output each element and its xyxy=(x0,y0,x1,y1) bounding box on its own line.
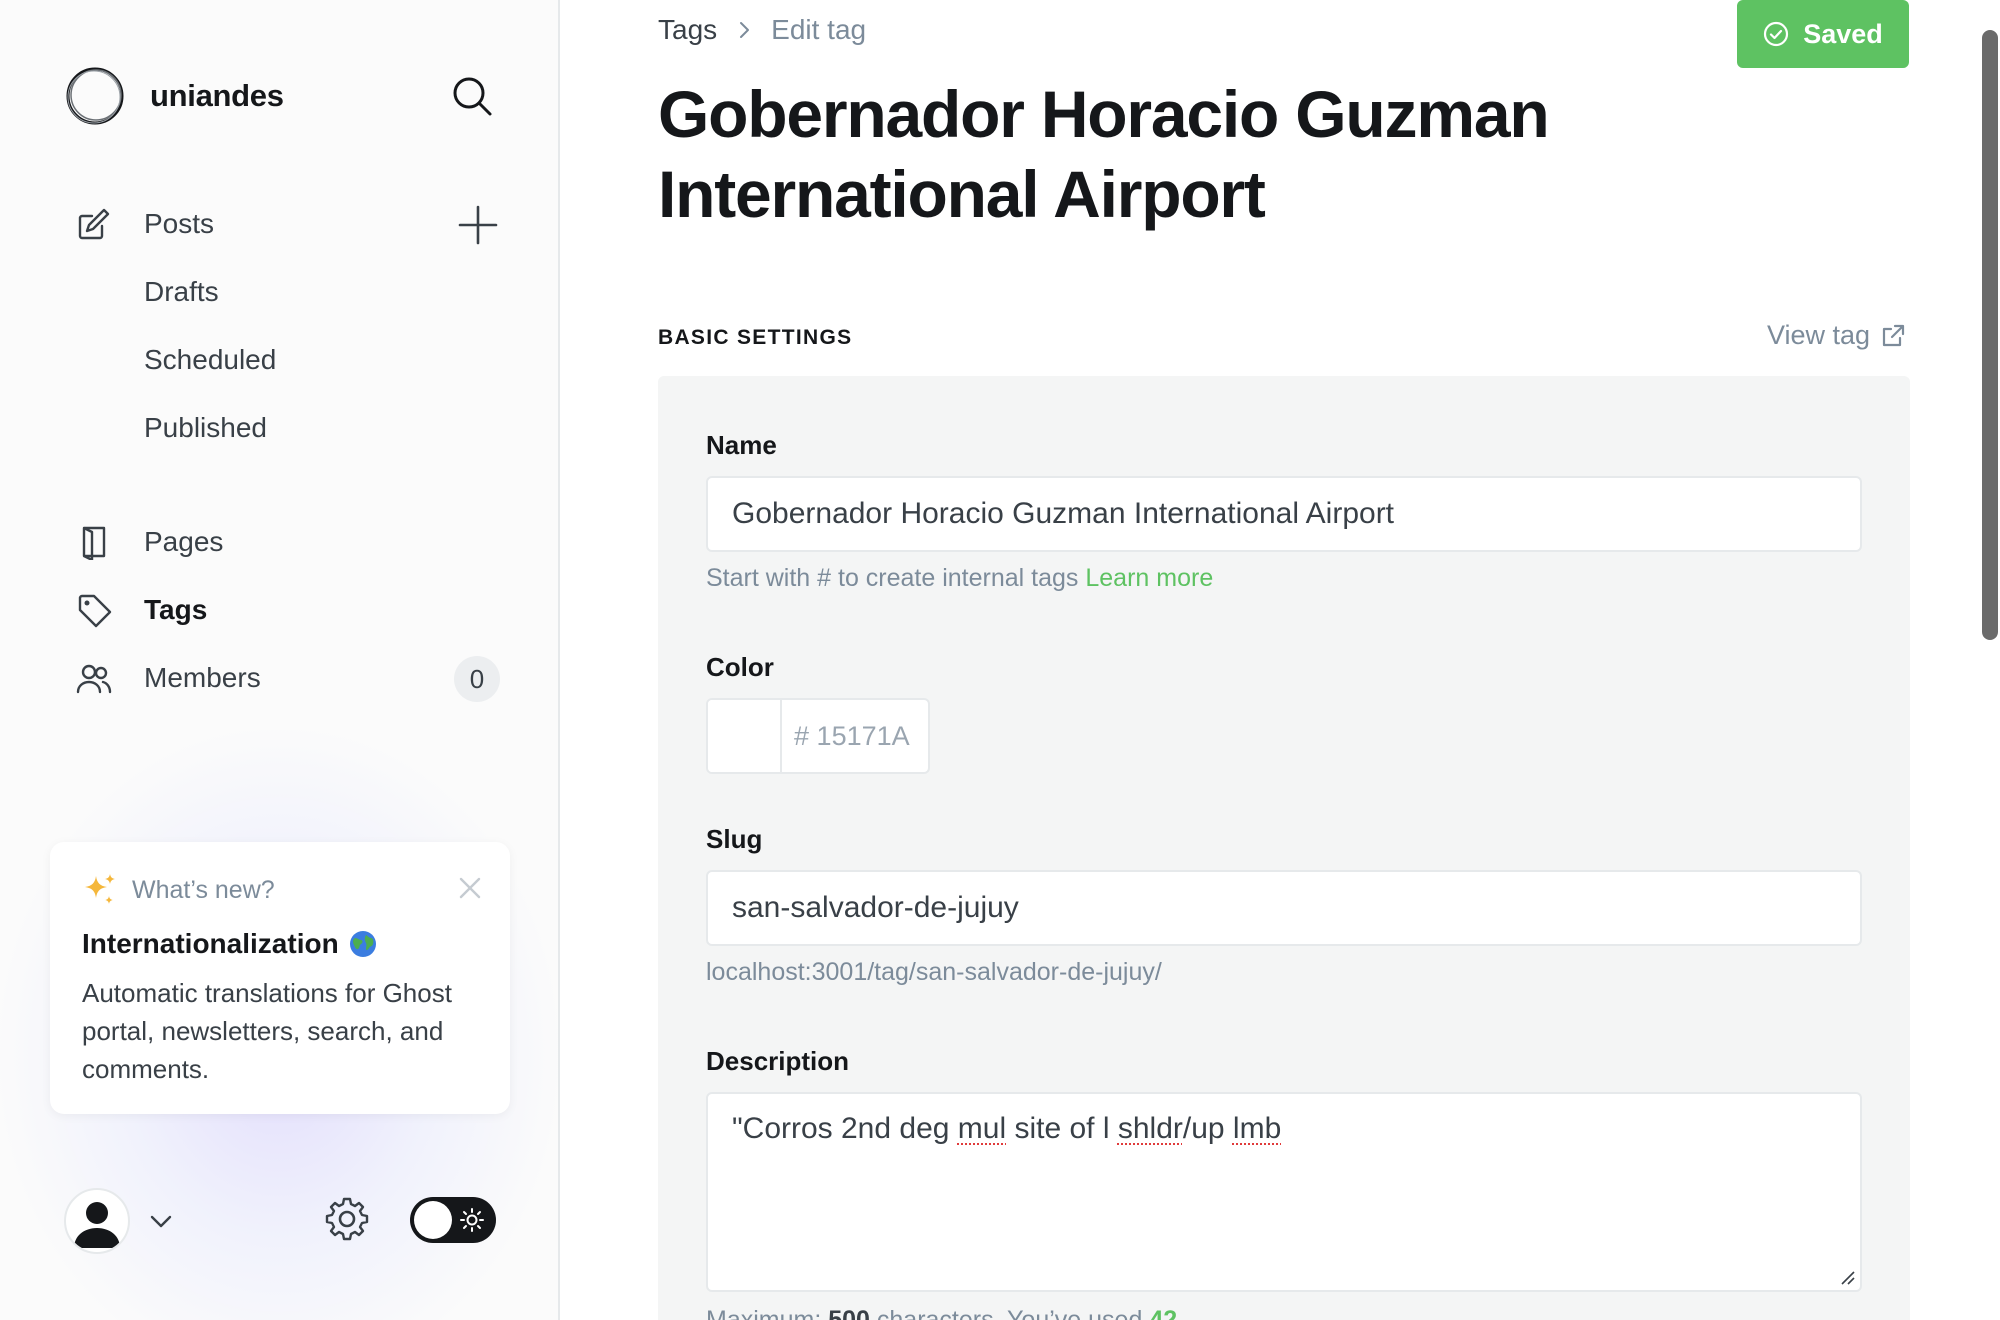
page-icon xyxy=(74,522,114,562)
max-suffix: characters. You’ve used xyxy=(869,1306,1150,1320)
brand-name: uniandes xyxy=(150,78,284,113)
main-content: Tags Edit tag Saved Gobernador Horacio G… xyxy=(560,0,2000,1320)
description-text: site of l xyxy=(1006,1112,1118,1145)
description-textarea[interactable]: "Corros 2nd deg mul site of l shldr/up l… xyxy=(706,1092,1862,1292)
chevron-right-icon xyxy=(740,22,750,38)
saved-button[interactable]: Saved xyxy=(1737,0,1909,68)
page-title: Gobernador Horacio Guzman International … xyxy=(658,77,1550,231)
close-icon[interactable] xyxy=(458,876,482,900)
slug-url: localhost:3001/tag/san-salvador-de-jujuy… xyxy=(706,958,1162,986)
color-hash-symbol: # xyxy=(794,720,810,751)
description-misspelled-word: lmb xyxy=(1232,1112,1282,1145)
description-text: /up xyxy=(1182,1112,1233,1145)
whats-new-kicker-text: What’s new? xyxy=(132,875,275,904)
max-prefix: Maximum: xyxy=(706,1306,829,1320)
resize-handle-icon[interactable] xyxy=(1838,1268,1856,1286)
theme-toggle[interactable] xyxy=(410,1197,496,1243)
slug-input[interactable]: san-salvador-de-jujuy xyxy=(706,870,1862,946)
nav-posts-label: Posts xyxy=(144,208,215,239)
nav-members[interactable]: Members xyxy=(74,658,261,698)
external-link-icon xyxy=(1882,324,1905,346)
used-value: 42 xyxy=(1149,1306,1178,1320)
nav-members-label: Members xyxy=(144,662,261,693)
name-hint: Start with # to create internal tags Lea… xyxy=(706,564,1213,593)
whats-new-title-text: Internationalization xyxy=(82,928,339,959)
members-icon xyxy=(74,658,114,698)
nav-pages-label: Pages xyxy=(144,526,224,557)
brand-logo-icon xyxy=(66,67,124,125)
color-swatch[interactable] xyxy=(708,700,782,772)
whats-new-title: Internationalization xyxy=(82,928,478,960)
color-label: Color xyxy=(706,652,774,682)
color-input[interactable]: # 15171A xyxy=(782,700,910,772)
nav-drafts[interactable]: Drafts xyxy=(144,276,219,308)
brand[interactable]: uniandes xyxy=(64,64,284,128)
chevron-down-icon[interactable] xyxy=(148,1208,174,1234)
description-char-count: Maximum: 500 characters. You’ve used 42 xyxy=(706,1306,1177,1320)
nav-published[interactable]: Published xyxy=(144,412,267,444)
sun-icon xyxy=(460,1208,484,1232)
slug-label: Slug xyxy=(706,824,763,854)
tag-icon xyxy=(74,590,114,630)
page-scrollbar[interactable] xyxy=(1982,30,1998,640)
color-value: 15171A xyxy=(816,720,910,751)
nav-tags[interactable]: Tags xyxy=(74,590,207,630)
breadcrumb-tags-link[interactable]: Tags xyxy=(658,14,717,46)
check-circle-icon xyxy=(1764,21,1789,47)
breadcrumb: Tags Edit tag xyxy=(658,14,866,46)
user-avatar[interactable] xyxy=(64,1188,130,1254)
edit-icon xyxy=(74,204,114,244)
sparkle-icon xyxy=(85,874,115,904)
breadcrumb-current: Edit tag xyxy=(771,14,867,45)
description-misspelled-word: mul xyxy=(957,1112,1007,1145)
whats-new-kicker: What’s new? xyxy=(82,872,478,908)
view-tag-link[interactable]: View tag xyxy=(1767,320,1906,351)
whats-new-body: Automatic translations for Ghost portal,… xyxy=(82,978,452,1084)
description-label: Description xyxy=(706,1046,850,1076)
nav-tags-label: Tags xyxy=(144,594,208,625)
description-text: "Corros 2nd deg xyxy=(732,1112,958,1145)
description-misspelled-word: shldr xyxy=(1117,1112,1183,1145)
learn-more-link[interactable]: Learn more xyxy=(1085,564,1213,592)
name-label: Name xyxy=(706,430,777,460)
gear-icon[interactable] xyxy=(324,1196,370,1242)
members-count-badge: 0 xyxy=(454,656,500,702)
nav-scheduled[interactable]: Scheduled xyxy=(144,344,276,376)
whats-new-card[interactable]: What’s new? Internationalization Automat… xyxy=(50,842,510,1114)
view-tag-label: View tag xyxy=(1767,320,1871,350)
name-hint-text: Start with # to create internal tags xyxy=(706,564,1079,592)
section-heading: BASIC SETTINGS xyxy=(658,326,853,349)
theme-toggle-knob xyxy=(414,1201,452,1239)
sidebar: uniandes Posts Drafts Scheduled Publishe… xyxy=(0,0,560,1320)
basic-settings-panel: Name Gobernador Horacio Guzman Internati… xyxy=(658,376,1910,1320)
max-value: 500 xyxy=(828,1306,870,1320)
color-field[interactable]: # 15171A xyxy=(706,698,930,774)
app-root: uniandes Posts Drafts Scheduled Publishe… xyxy=(0,0,2000,1320)
globe-icon xyxy=(349,931,376,957)
plus-icon[interactable] xyxy=(456,203,500,247)
nav-pages[interactable]: Pages xyxy=(74,522,223,562)
nav-posts[interactable]: Posts xyxy=(74,204,214,244)
search-icon[interactable] xyxy=(450,74,494,118)
name-input[interactable]: Gobernador Horacio Guzman International … xyxy=(706,476,1862,552)
saved-button-label: Saved xyxy=(1803,18,1883,49)
